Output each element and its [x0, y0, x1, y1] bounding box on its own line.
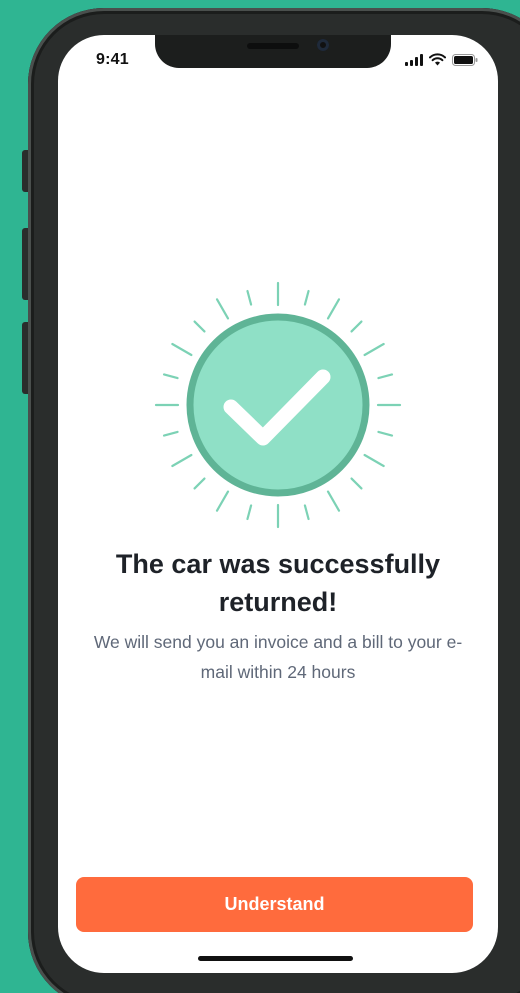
notch	[155, 35, 391, 68]
sunburst-ray	[326, 298, 341, 320]
signal-icon	[405, 53, 423, 66]
sunburst-ray	[363, 453, 385, 468]
success-circle	[186, 313, 370, 497]
phone-screen: 9:41 The car was successfully returned! …	[58, 35, 498, 973]
sunburst-ray	[350, 477, 363, 490]
sunburst-ray	[377, 373, 394, 380]
sunburst-ray	[171, 453, 193, 468]
speaker-grille	[247, 43, 299, 49]
success-title: The car was successfully returned!	[115, 549, 441, 617]
wifi-icon	[429, 53, 446, 66]
sunburst-ray	[377, 430, 394, 437]
sunburst-ray	[303, 289, 310, 306]
success-subtitle: We will send you an invoice and a bill t…	[93, 632, 463, 682]
battery-icon	[452, 53, 478, 66]
sunburst-ray	[193, 320, 206, 333]
sunburst-ray	[215, 490, 230, 512]
sunburst-ray	[162, 430, 179, 437]
sunburst-ray	[193, 477, 206, 490]
sunburst-ray	[171, 342, 193, 357]
front-camera	[317, 39, 329, 51]
status-icons	[405, 53, 478, 66]
success-illustration	[148, 275, 408, 535]
sunburst-ray	[246, 504, 253, 521]
checkmark-sunburst-icon	[154, 281, 402, 529]
sunburst-ray	[162, 373, 179, 380]
app-stage: 9:41 The car was successfully returned! …	[0, 0, 520, 993]
sunburst-ray	[350, 320, 363, 333]
sunburst-ray	[326, 490, 341, 512]
understand-button[interactable]: Understand	[76, 877, 473, 932]
sunburst-ray	[246, 289, 253, 306]
sunburst-ray	[303, 504, 310, 521]
status-time: 9:41	[96, 51, 129, 68]
home-indicator[interactable]	[198, 956, 353, 961]
sunburst-ray	[363, 342, 385, 357]
sunburst-ray	[215, 298, 230, 320]
